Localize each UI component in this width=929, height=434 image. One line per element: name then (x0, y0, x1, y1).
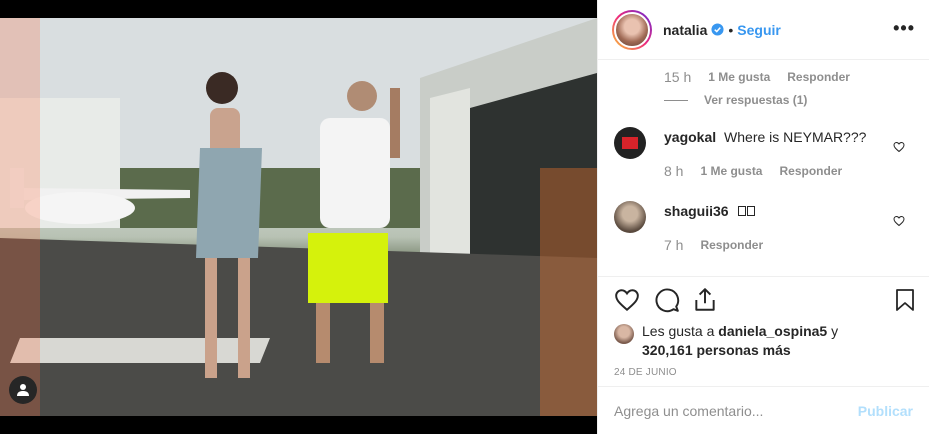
view-replies-label: Ver respuestas (1) (704, 93, 808, 107)
post-header: natalia • Seguir ••• (598, 0, 929, 60)
caption-likes[interactable]: 1 Me gusta (708, 70, 770, 84)
liked-by-text: Les gusta a daniela_ospina5 y 320,161 pe… (642, 322, 838, 360)
comment-item: yagokal Where is NEYMAR??? 8 h 1 Me gust… (614, 127, 913, 187)
user-tag-button[interactable] (9, 376, 37, 404)
action-icons (614, 287, 917, 315)
emoji-placeholder (738, 206, 747, 216)
comments-list[interactable]: 15 h 1 Me gusta Responder Ver respuestas… (598, 61, 929, 276)
header-separator: • (728, 21, 734, 38)
comment-time: 8 h (664, 163, 684, 179)
comment-composer: Publicar (598, 386, 929, 434)
user-tag-icon (17, 384, 29, 396)
author-avatar[interactable] (612, 9, 652, 50)
caption-meta: 15 h 1 Me gusta Responder (664, 69, 850, 85)
photo-panel (0, 0, 597, 434)
photo-scene (0, 18, 597, 416)
comment-item: shaguii36 7 h Responder (614, 201, 913, 261)
comment-text: Where is NEYMAR??? (724, 129, 867, 145)
comment-heart-icon[interactable] (893, 141, 905, 153)
liker-username[interactable]: daniela_ospina5 (718, 323, 827, 339)
caption-time: 15 h (664, 69, 692, 85)
follow-button[interactable]: Seguir (737, 22, 781, 38)
commenter-avatar[interactable] (614, 127, 646, 159)
caption-reply-button[interactable]: Responder (787, 70, 850, 84)
more-options-button[interactable]: ••• (893, 18, 915, 39)
commenter-avatar[interactable] (614, 201, 646, 233)
post-date[interactable]: 24 DE JUNIO (614, 367, 677, 378)
comment-time: 7 h (664, 237, 684, 253)
post-actions: Les gusta a daniela_ospina5 y 320,161 pe… (598, 276, 929, 386)
verified-badge-icon (711, 23, 724, 36)
comment-username[interactable]: shaguii36 (664, 203, 729, 219)
comment-meta: 7 h Responder (664, 237, 763, 253)
comment-icon[interactable] (654, 287, 680, 313)
post-side-panel: natalia • Seguir ••• 15 h 1 Me gusta Res… (597, 0, 929, 434)
post-photo[interactable] (0, 18, 597, 416)
heart-icon[interactable] (614, 287, 640, 313)
comment-body: shaguii36 (664, 203, 756, 219)
author-username[interactable]: natalia (663, 22, 707, 38)
comment-username[interactable]: yagokal (664, 129, 716, 145)
comment-body: yagokal Where is NEYMAR??? (664, 129, 866, 145)
bookmark-icon[interactable] (893, 287, 917, 313)
comment-input[interactable] (614, 402, 858, 419)
liked-by-joiner: y (831, 323, 839, 339)
comment-reply-button[interactable]: Responder (779, 164, 842, 178)
view-replies-button[interactable]: Ver respuestas (1) (664, 93, 807, 107)
share-icon[interactable] (692, 287, 718, 313)
liker-avatar[interactable] (614, 324, 634, 344)
comment-reply-button[interactable]: Responder (700, 238, 763, 252)
comment-likes[interactable]: 1 Me gusta (700, 164, 762, 178)
liked-by-prefix: Les gusta a (642, 323, 715, 339)
comment-meta: 8 h 1 Me gusta Responder (664, 163, 842, 179)
liked-by: Les gusta a daniela_ospina5 y 320,161 pe… (614, 322, 838, 360)
emoji-placeholder (747, 206, 756, 216)
publish-button[interactable]: Publicar (858, 403, 913, 419)
replies-divider (664, 99, 688, 101)
comment-heart-icon[interactable] (893, 215, 905, 227)
likes-count[interactable]: 320,161 personas más (642, 342, 791, 358)
